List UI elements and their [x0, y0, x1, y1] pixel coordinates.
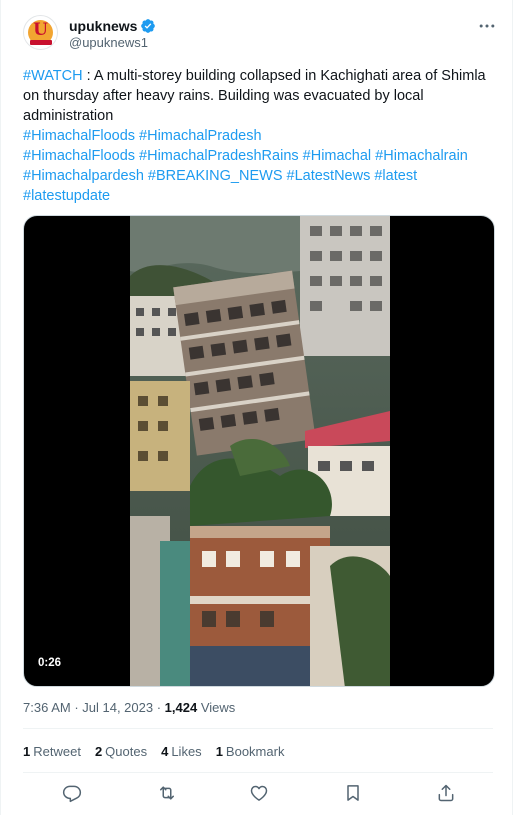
retweets-label: Retweet	[33, 744, 81, 759]
author-handle[interactable]: @upuknews1	[69, 35, 148, 50]
video-duration: 0:26	[32, 655, 68, 671]
hashtag-watch[interactable]: #WATCH	[23, 68, 83, 84]
tweet-text: #WATCH : A multi-storey building collaps…	[23, 66, 499, 206]
bookmarks-stat[interactable]: 1 Bookmark	[216, 744, 285, 759]
engagement-stats: 1 Retweet 2 Quotes 4 Likes 1 Bookmark	[23, 744, 284, 759]
divider-bottom	[23, 772, 493, 773]
divider-top	[23, 728, 493, 729]
tweet-meta: 7:36 AM · Jul 14, 2023 · 1,424 Views	[23, 700, 235, 715]
meta-separator-1: ·	[70, 700, 83, 715]
bookmark-button[interactable]	[343, 783, 365, 805]
likes-stat[interactable]: 4 Likes	[161, 744, 202, 759]
retweets-count: 1	[23, 744, 31, 759]
video-thumbnail-image	[130, 216, 390, 686]
likes-label: Likes	[171, 744, 202, 759]
share-button[interactable]	[436, 783, 458, 805]
views-label: Views	[197, 700, 236, 715]
video-frame[interactable]	[130, 216, 390, 686]
hashtags-line-2[interactable]: #HimachalFloods #HimachalPradeshRains #H…	[23, 146, 499, 206]
verified-badge-icon	[141, 19, 156, 33]
quotes-count: 2	[94, 744, 103, 759]
author-name[interactable]: upuknews	[69, 18, 137, 34]
bookmark-icon	[347, 785, 359, 801]
author-name-row: upuknews	[69, 17, 156, 35]
like-icon	[250, 785, 268, 801]
hashtags-line-1[interactable]: #HimachalFloods #HimachalPradesh	[23, 126, 499, 146]
meta-separator-2: ·	[153, 700, 165, 715]
quotes-label: Quotes	[105, 744, 148, 759]
avatar[interactable]: U	[23, 15, 58, 50]
action-bar	[23, 783, 493, 807]
more-options-icon[interactable]	[477, 16, 497, 36]
likes-count: 4	[161, 744, 169, 759]
avatar-tag	[30, 40, 52, 45]
like-button[interactable]	[249, 783, 271, 805]
video-player[interactable]: 0:26	[23, 215, 495, 687]
share-icon	[438, 784, 454, 802]
reply-button[interactable]	[62, 783, 84, 805]
retweet-icon	[160, 786, 174, 800]
tweet-body: : A multi-storey building collapsed in K…	[23, 68, 486, 124]
tweet-date[interactable]: Jul 14, 2023	[82, 700, 153, 715]
retweets-stat[interactable]: 1 Retweet	[23, 744, 81, 759]
quotes-stat[interactable]: 2 Quotes	[95, 744, 147, 759]
tweet-time[interactable]: 7:36 AM	[23, 700, 71, 715]
retweet-button[interactable]	[157, 783, 179, 805]
bookmarks-count: 1	[215, 744, 223, 759]
tweet-card: U upuknews @upuknews1 #WATCH : A multi-s…	[0, 0, 513, 815]
views-count: 1,424	[164, 700, 198, 715]
bookmarks-label: Bookmark	[225, 744, 285, 759]
reply-icon	[62, 785, 82, 803]
avatar-letter: U	[33, 20, 48, 40]
